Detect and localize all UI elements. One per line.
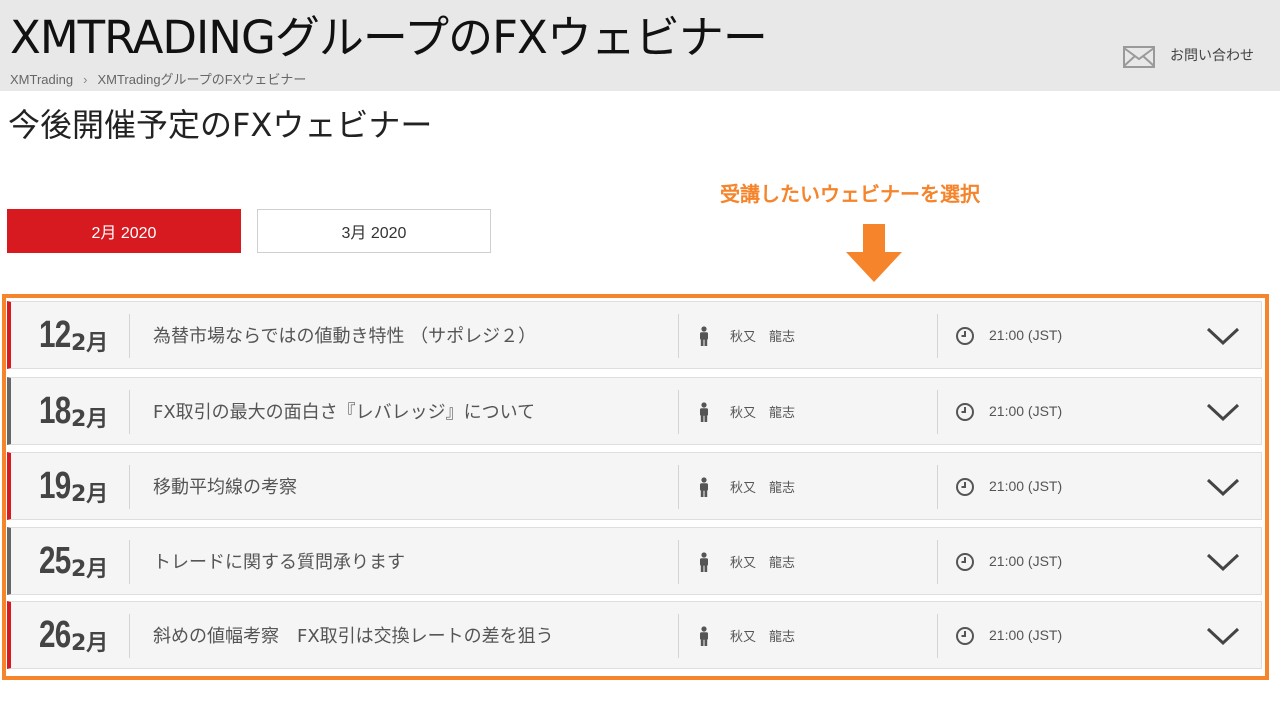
webinar-row[interactable]: 26 2月 斜めの値幅考察 FX取引は交換レートの差を狙う 秋又 龍志 21:00… — [7, 601, 1262, 669]
tab-february-2020[interactable]: 2月 2020 — [7, 209, 241, 253]
divider — [937, 465, 938, 509]
person-icon — [700, 326, 708, 346]
webinar-month: 2月 — [71, 482, 109, 507]
webinar-day: 19 — [39, 464, 71, 507]
divider — [129, 540, 130, 584]
clock-icon — [956, 327, 974, 345]
webinar-day: 12 — [39, 313, 71, 356]
tab-march-2020[interactable]: 3月 2020 — [257, 209, 491, 253]
webinar-month: 2月 — [71, 407, 109, 432]
person-icon — [700, 402, 708, 422]
annotation-text: 受講したいウェビナーを選択 — [720, 182, 980, 206]
webinar-title: 為替市場ならではの値動き特性 （サポレジ２） — [153, 326, 537, 347]
webinar-day: 26 — [39, 613, 71, 656]
webinar-date: 18 2月 — [39, 378, 108, 444]
clock-icon — [956, 627, 974, 645]
person-icon — [700, 552, 708, 572]
clock-icon — [956, 553, 974, 571]
breadcrumb-home-link[interactable]: XMTrading — [10, 72, 73, 87]
chevron-down-icon[interactable] — [1205, 397, 1241, 425]
webinar-month: 2月 — [71, 331, 109, 356]
webinar-date: 12 2月 — [39, 302, 108, 368]
webinar-day: 18 — [39, 389, 71, 432]
webinar-row[interactable]: 12 2月 為替市場ならではの値動き特性 （サポレジ２） 秋又 龍志 21:00 … — [7, 301, 1262, 369]
webinar-title: 移動平均線の考察 — [153, 477, 297, 498]
divider — [937, 540, 938, 584]
divider — [129, 614, 130, 658]
webinar-date: 26 2月 — [39, 602, 108, 668]
chevron-down-icon[interactable] — [1205, 472, 1241, 500]
webinar-instructor: 秋又 龍志 — [730, 555, 796, 571]
divider — [937, 614, 938, 658]
page-title: 今後開催予定のFXウェビナー — [8, 106, 433, 144]
webinar-instructor: 秋又 龍志 — [730, 629, 796, 645]
webinar-time: 21:00 (JST) — [989, 553, 1063, 569]
webinar-title: トレードに関する質問承ります — [153, 552, 405, 573]
divider — [129, 314, 130, 358]
divider — [937, 390, 938, 434]
webinar-row[interactable]: 18 2月 FX取引の最大の面白さ『レバレッジ』について 秋又 龍志 21:00 … — [7, 377, 1262, 445]
clock-icon — [956, 403, 974, 421]
webinar-title: FX取引の最大の面白さ『レバレッジ』について — [153, 402, 536, 423]
webinar-row[interactable]: 25 2月 トレードに関する質問承ります 秋又 龍志 21:00 (JST) — [7, 527, 1262, 595]
divider — [129, 390, 130, 434]
webinar-time: 21:00 (JST) — [989, 327, 1063, 343]
webinar-date: 25 2月 — [39, 528, 108, 594]
chevron-down-icon[interactable] — [1205, 547, 1241, 575]
arrow-down-icon — [846, 224, 902, 282]
person-icon — [700, 626, 708, 646]
contact-label: お問い合わせ — [1170, 48, 1254, 64]
divider — [678, 614, 679, 658]
webinar-instructor: 秋又 龍志 — [730, 480, 796, 496]
webinar-time: 21:00 (JST) — [989, 627, 1063, 643]
person-icon — [700, 477, 708, 497]
webinar-day: 25 — [39, 539, 71, 582]
breadcrumb-current: XMTradingグループのFXウェビナー — [97, 72, 307, 87]
divider — [678, 540, 679, 584]
webinar-month: 2月 — [71, 557, 109, 582]
webinar-instructor: 秋又 龍志 — [730, 329, 796, 345]
envelope-icon — [1123, 46, 1155, 68]
webinar-row[interactable]: 19 2月 移動平均線の考察 秋又 龍志 21:00 (JST) — [7, 452, 1262, 520]
clock-icon — [956, 478, 974, 496]
divider — [678, 314, 679, 358]
breadcrumb: XMTrading › XMTradingグループのFXウェビナー — [10, 69, 306, 88]
site-title: XMTRADINGグループのFXウェビナー — [10, 11, 768, 64]
breadcrumb-separator: › — [83, 72, 88, 87]
contact-link[interactable]: お問い合わせ — [1122, 38, 1254, 72]
webinar-title: 斜めの値幅考察 FX取引は交換レートの差を狙う — [153, 626, 554, 647]
chevron-down-icon[interactable] — [1205, 321, 1241, 349]
divider — [678, 390, 679, 434]
divider — [129, 465, 130, 509]
divider — [937, 314, 938, 358]
divider — [678, 465, 679, 509]
webinar-time: 21:00 (JST) — [989, 478, 1063, 494]
webinar-instructor: 秋又 龍志 — [730, 405, 796, 421]
webinar-date: 19 2月 — [39, 453, 108, 519]
webinar-month: 2月 — [71, 631, 109, 656]
chevron-down-icon[interactable] — [1205, 621, 1241, 649]
site-header: XMTRADINGグループのFXウェビナー XMTrading › XMTradin… — [0, 0, 1280, 91]
webinar-time: 21:00 (JST) — [989, 403, 1063, 419]
